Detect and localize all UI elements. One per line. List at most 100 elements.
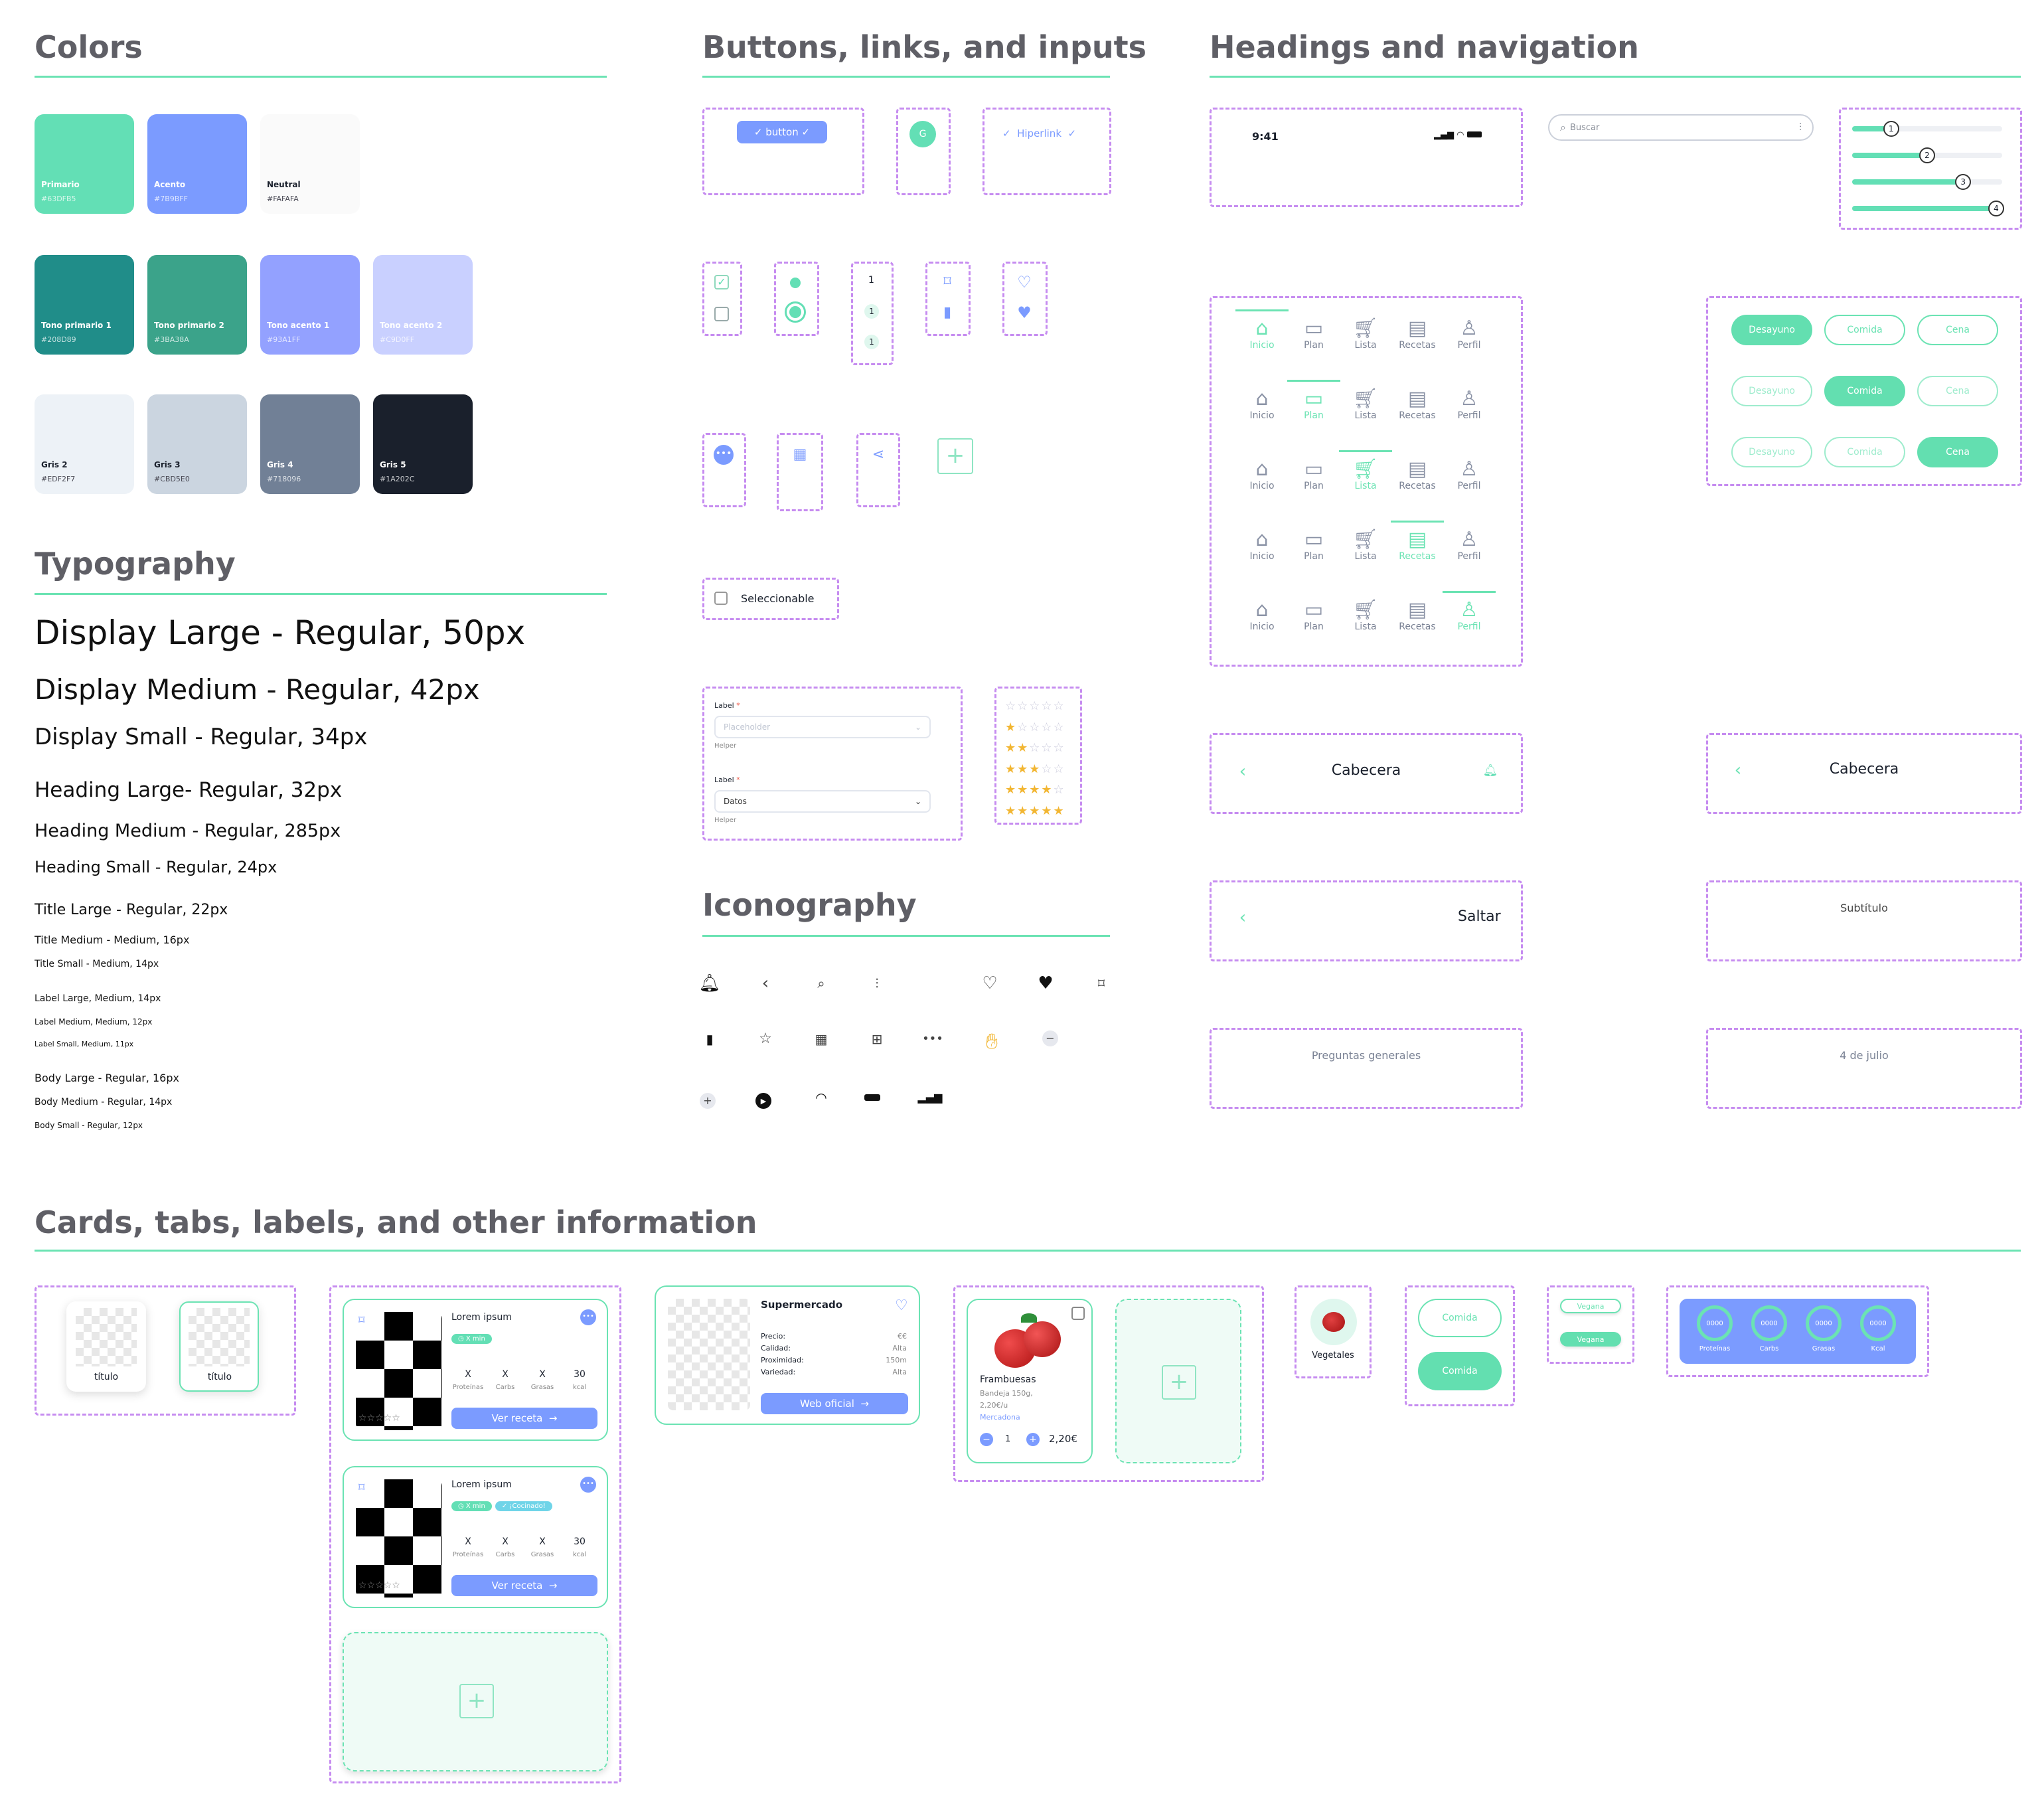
nav-item-recetas[interactable]: ▤ Recetas: [1394, 529, 1441, 562]
nav-item-plan[interactable]: ▭ Plan: [1291, 458, 1337, 492]
skip-link[interactable]: Saltar: [1458, 908, 1501, 925]
supermarket-card[interactable]: Supermercado ♡ Precio: €€ Calidad: Alta Prox…: [655, 1285, 920, 1425]
nav-item-lista[interactable]: 🛒︎ Lista: [1342, 458, 1389, 492]
nav-item-plan[interactable]: ▭ Plan: [1291, 388, 1337, 422]
product-card[interactable]: Frambuesas Bandeja 150g, 2,20€/u Mercado…: [967, 1299, 1093, 1463]
rating-rows[interactable]: ☆☆☆☆☆ ★☆☆☆☆ ★★☆☆☆ ★★★☆☆ ★★★★☆ ★★★★★: [1005, 696, 1065, 821]
step-1[interactable]: 1: [868, 275, 874, 286]
title-card[interactable]: título: [66, 1301, 146, 1392]
bell-icon[interactable]: 🔔︎: [1482, 762, 1499, 780]
slider-handle[interactable]: 2: [1919, 147, 1935, 163]
type-body-large: Body Large - Regular, 16px: [35, 1072, 179, 1084]
nav-item-plan[interactable]: ▭ Plan: [1291, 599, 1337, 633]
meal-chip-cena[interactable]: Cena: [1917, 437, 1998, 467]
meal-chip-comida[interactable]: Comida: [1824, 376, 1905, 406]
nav-item-perfil[interactable]: ♙ Perfil: [1446, 317, 1492, 351]
nav-item-inicio[interactable]: ⌂ Inicio: [1239, 388, 1285, 422]
faq-heading[interactable]: Preguntas generales: [1210, 1049, 1523, 1062]
tag-comida-filled[interactable]: Comida: [1418, 1352, 1502, 1390]
title-card-selected[interactable]: título: [179, 1301, 259, 1392]
nav-item-inicio[interactable]: ⌂ Inicio: [1239, 317, 1285, 351]
meal-chip-desayuno[interactable]: Desayuno: [1731, 376, 1812, 406]
radio-small[interactable]: [790, 278, 801, 288]
chevron-down-icon: ⌄: [914, 722, 921, 732]
more-icon[interactable]: •••: [714, 445, 734, 465]
step-3[interactable]: 1: [864, 335, 879, 349]
bookmark-filled-icon[interactable]: ▮: [937, 303, 957, 323]
add-recipe-placeholder[interactable]: +: [343, 1632, 608, 1771]
select-field-filled[interactable]: Datos ⌄: [714, 790, 931, 813]
color-swatch: Tono acento 1 #93A1FF: [260, 255, 360, 355]
primary-button[interactable]: ✓ button ✓: [737, 121, 827, 143]
nav-item-lista[interactable]: 🛒︎ Lista: [1342, 529, 1389, 562]
radio-selected[interactable]: [785, 301, 806, 323]
search-bar[interactable]: ⌕ Buscar ⫶: [1548, 114, 1814, 141]
bookmark-icon[interactable]: ⌑: [358, 1481, 364, 1495]
nav-item-perfil[interactable]: ♙ Perfil: [1446, 388, 1492, 422]
more-icon[interactable]: •••: [580, 1477, 596, 1493]
view-recipe-button[interactable]: Ver receta →: [451, 1575, 597, 1596]
nav-item-recetas[interactable]: ▤ Recetas: [1394, 388, 1441, 422]
recipe-card[interactable]: ⌑ ☆☆☆☆☆ Lorem ipsum ••• ◷ X min X Proteínas X Ca…: [343, 1299, 608, 1441]
add-product-placeholder[interactable]: +: [1115, 1299, 1241, 1463]
back-icon[interactable]: ‹: [1235, 909, 1251, 926]
bookmark-outline-icon[interactable]: ⌑: [937, 272, 957, 292]
more-icon[interactable]: •••: [580, 1309, 596, 1325]
minus-button[interactable]: −: [980, 1433, 993, 1446]
nav-label: Recetas: [1399, 410, 1436, 421]
hyperlink[interactable]: ✓ Hiperlink ✓: [1002, 127, 1076, 139]
step-2[interactable]: 1: [864, 304, 879, 319]
nav-item-inicio[interactable]: ⌂ Inicio: [1239, 529, 1285, 562]
nav-item-recetas[interactable]: ▤ Recetas: [1394, 599, 1441, 633]
nav-label: Plan: [1304, 621, 1324, 632]
nav-item-inicio[interactable]: ⌂ Inicio: [1239, 599, 1285, 633]
product-checkbox[interactable]: [1071, 1307, 1085, 1320]
meal-chip-desayuno[interactable]: Desayuno: [1731, 315, 1812, 345]
tag-comida-outline[interactable]: Comida: [1418, 1299, 1502, 1337]
slider-track[interactable]: [1852, 206, 2002, 211]
calendar-icon[interactable]: ▦: [790, 445, 810, 465]
nav-item-inicio[interactable]: ⌂ Inicio: [1239, 458, 1285, 492]
nav-item-plan[interactable]: ▭ Plan: [1291, 529, 1337, 562]
heart-outline-icon[interactable]: ♡: [895, 1297, 908, 1314]
selectable-checkbox[interactable]: [714, 592, 728, 605]
nav-item-recetas[interactable]: ▤ Recetas: [1394, 317, 1441, 351]
slider-track[interactable]: [1852, 126, 2002, 131]
bookmark-icon[interactable]: ⌑: [358, 1313, 364, 1327]
meal-chip-comida[interactable]: Comida: [1824, 315, 1905, 345]
type-heading-medium: Heading Medium - Regular, 285px: [35, 821, 341, 841]
heart-outline-icon[interactable]: ♡: [1014, 272, 1034, 292]
nav-item-perfil[interactable]: ♙ Perfil: [1446, 458, 1492, 492]
subtitle: Subtítulo: [1840, 902, 1888, 914]
heart-filled-icon[interactable]: ♥: [1014, 303, 1034, 323]
nav-label: Plan: [1304, 551, 1324, 562]
nav-item-lista[interactable]: 🛒︎ Lista: [1342, 599, 1389, 633]
meal-chip-desayuno[interactable]: Desayuno: [1731, 437, 1812, 467]
slider-handle[interactable]: 4: [1988, 201, 2004, 216]
view-recipe-button[interactable]: Ver receta →: [451, 1408, 597, 1429]
slider-track[interactable]: [1852, 179, 2002, 185]
nav-item-lista[interactable]: 🛒︎ Lista: [1342, 388, 1389, 422]
recipe-card[interactable]: ⌑ ☆☆☆☆☆ Lorem ipsum ••• ◷ X min ✓ ¡Cocinado!…: [343, 1466, 608, 1608]
nav-item-perfil[interactable]: ♙ Perfil: [1446, 599, 1492, 633]
meal-chip-cena[interactable]: Cena: [1917, 315, 1998, 345]
checkbox-checked[interactable]: ✓: [714, 275, 729, 289]
slider-handle[interactable]: 1: [1883, 121, 1899, 137]
checkbox-unchecked[interactable]: [714, 307, 729, 321]
meal-chip-cena[interactable]: Cena: [1917, 376, 1998, 406]
vegetables-icon[interactable]: [1310, 1299, 1357, 1345]
plus-button[interactable]: +: [1026, 1433, 1040, 1446]
color-swatch: Neutral #FAFAFA: [260, 114, 360, 214]
share-icon[interactable]: ⋖: [868, 445, 888, 465]
nav-item-plan[interactable]: ▭ Plan: [1291, 317, 1337, 351]
nav-item-lista[interactable]: 🛒︎ Lista: [1342, 317, 1389, 351]
market-row: Variedad: Alta: [761, 1368, 907, 1376]
nav-item-perfil[interactable]: ♙ Perfil: [1446, 529, 1492, 562]
nav-item-recetas[interactable]: ▤ Recetas: [1394, 458, 1441, 492]
meal-chip-comida[interactable]: Comida: [1824, 437, 1905, 467]
add-button[interactable]: +: [937, 438, 973, 474]
select-field-empty[interactable]: Placeholder ⌄: [714, 716, 931, 738]
web-button[interactable]: Web oficial →: [761, 1393, 908, 1414]
avatar[interactable]: G: [909, 121, 936, 147]
calendar-icon: ▦: [815, 1031, 828, 1047]
